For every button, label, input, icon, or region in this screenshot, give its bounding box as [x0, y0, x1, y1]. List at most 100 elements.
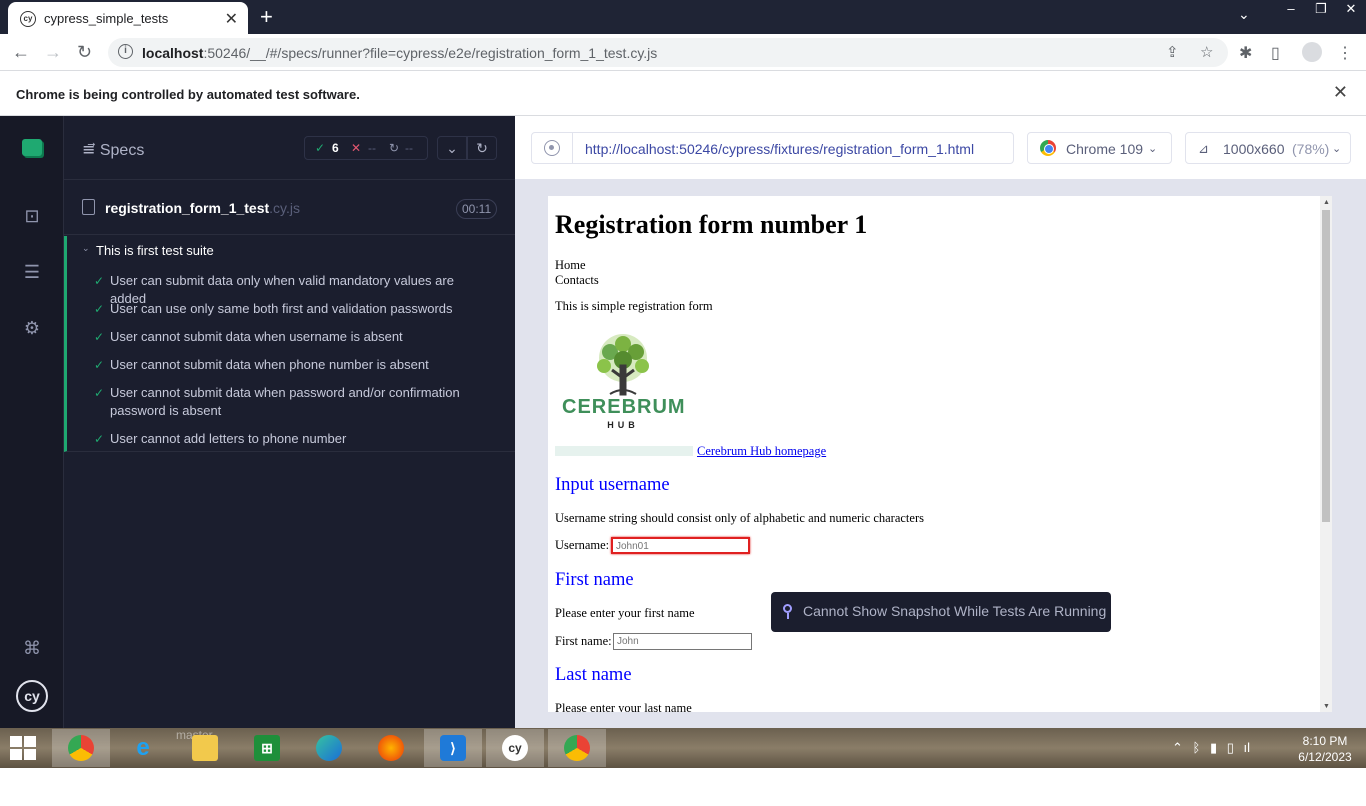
browser-tab[interactable]: cy cypress_simple_tests ✕	[8, 2, 248, 34]
tab-search-icon[interactable]: ⌄	[1238, 6, 1250, 23]
runs-nav-icon[interactable]: ☰	[20, 260, 44, 284]
taskbar-edge[interactable]	[300, 729, 358, 767]
cerebrum-hub-homepage-link[interactable]: Cerebrum Hub homepage	[697, 444, 826, 459]
suite-title[interactable]: This is first test suite	[96, 243, 214, 258]
aut-url[interactable]: http://localhost:50246/cypress/fixtures/…	[585, 141, 974, 157]
viewport-selector[interactable]: ⊿ 1000x660 (78%) ⌄	[1185, 132, 1351, 164]
address-bar[interactable]: i localhost:50246/__/#/specs/runner?file…	[108, 38, 1228, 67]
site-info-icon[interactable]: i	[118, 44, 133, 59]
pass-check-icon: ✓	[94, 302, 105, 316]
tab-close-icon[interactable]: ✕	[225, 9, 238, 29]
test-suite[interactable]: ⌄ This is first test suite ✓ User can sub…	[64, 236, 515, 452]
aut-header: http://localhost:50246/cypress/fixtures/…	[515, 116, 1366, 180]
extensions-icon[interactable]: ✱	[1239, 43, 1252, 63]
pass-check-icon: ✓	[94, 432, 105, 446]
scrollbar-thumb[interactable]	[1322, 210, 1330, 522]
clock-time: 8:10 PM	[1302, 734, 1348, 748]
specs-list-icon: ≡⃗	[82, 142, 100, 159]
test-item[interactable]: ✓ User can use only same both first and v…	[94, 300, 470, 318]
browser-tab-bar: cy cypress_simple_tests ✕ + ⌄ – ❐ ✕	[0, 0, 1366, 34]
taskbar-cypress[interactable]: cy	[486, 729, 544, 767]
side-panel-icon[interactable]: ▯	[1271, 43, 1280, 63]
address-url[interactable]: localhost:50246/__/#/specs/runner?file=c…	[142, 45, 657, 61]
collapse-chevron-icon[interactable]: ⌄	[437, 136, 467, 160]
username-hint: Username string should consist only of a…	[555, 511, 924, 525]
chrome-menu-icon[interactable]: ⋮	[1337, 43, 1353, 63]
logo-subtext: HUB	[607, 420, 639, 430]
taskbar-vscode[interactable]: ⟩	[424, 729, 482, 767]
nav-home-link[interactable]: Home	[555, 258, 586, 273]
section-heading-username: Input username	[555, 475, 670, 495]
restore-icon[interactable]: ❐	[1306, 0, 1336, 18]
document-icon	[82, 199, 95, 215]
viewport-zoom: (78%)	[1292, 141, 1330, 157]
aut-scrollbar[interactable]: ▲ ▼	[1320, 196, 1332, 712]
taskbar-chrome-2[interactable]	[548, 729, 606, 767]
bluetooth-icon[interactable]: ᛒ	[1193, 740, 1201, 755]
keyboard-shortcuts-icon[interactable]: ⌘	[20, 636, 44, 660]
username-input[interactable]: John01	[611, 537, 750, 554]
share-icon[interactable]: ⇪	[1166, 43, 1179, 61]
test-item[interactable]: ✓ User cannot submit data when phone numb…	[94, 356, 470, 374]
chevron-down-icon: ⌄	[1148, 143, 1158, 155]
test-item[interactable]: ✓ User cannot submit data when password a…	[94, 384, 470, 420]
browser-selector[interactable]: Chrome 109 ⌄	[1027, 132, 1172, 164]
reload-icon[interactable]: ↻	[77, 42, 92, 63]
windows-taskbar: e master ⊞ ⟩ cy ⌃ ᛒ ▮ ▯ ıl 8:10 PM 6/12/…	[0, 728, 1366, 768]
network-icon[interactable]: ▮	[1210, 740, 1217, 755]
suite-collapse-icon[interactable]: ⌄	[82, 243, 90, 254]
close-window-icon[interactable]: ✕	[1336, 0, 1366, 18]
forward-icon[interactable]: →	[44, 42, 62, 63]
windows-start-icon[interactable]	[10, 736, 36, 760]
aut-url-bar[interactable]: http://localhost:50246/cypress/fixtures/…	[531, 132, 1014, 164]
taskbar-firefox[interactable]	[362, 729, 420, 767]
pass-check-icon: ✓	[94, 358, 105, 372]
firefox-icon	[378, 735, 404, 761]
first-name-input[interactable]: John	[613, 633, 752, 650]
cypress-favicon-icon: cy	[20, 11, 36, 27]
cypress-logo-icon: cy	[16, 680, 48, 712]
logo-text: CEREBRUM	[562, 396, 686, 418]
new-tab-button[interactable]: +	[260, 4, 273, 30]
viewport-label: 1000x660	[1223, 141, 1285, 157]
settings-gear-icon[interactable]: ⚙	[20, 316, 44, 340]
infobar-message: Chrome is being controlled by automated …	[16, 87, 360, 102]
pass-check-icon: ✓	[94, 386, 105, 400]
pin-icon	[783, 604, 792, 619]
taskbar-explorer[interactable]	[176, 729, 234, 767]
browser-label: Chrome 109	[1066, 141, 1144, 157]
app-logo-icon[interactable]	[20, 136, 44, 160]
show-hidden-icons[interactable]: ⌃	[1172, 740, 1183, 755]
broken-image-placeholder	[555, 446, 693, 456]
specs-toggle[interactable]: ≡⃗ Specs	[82, 140, 144, 160]
taskbar-ie[interactable]: e	[114, 729, 172, 767]
test-item[interactable]: ✓ User cannot add letters to phone number	[94, 430, 470, 448]
infobar-close-icon[interactable]: ✕	[1333, 82, 1348, 103]
chrome-icon	[564, 735, 590, 761]
chrome-icon	[68, 735, 94, 761]
aut-iframe[interactable]: Registration form number 1 Home Contacts…	[548, 196, 1332, 712]
nav-contacts-link[interactable]: Contacts	[555, 273, 599, 288]
minimize-icon[interactable]: –	[1276, 0, 1306, 18]
rerun-icon[interactable]: ↻	[467, 136, 497, 160]
browser-toolbar: ← → ↻ i localhost:50246/__/#/specs/runne…	[0, 34, 1366, 71]
bookmark-star-icon[interactable]: ☆	[1200, 43, 1213, 61]
test-stats: ✓ 6 ✕ -- ↻ --	[304, 136, 428, 160]
specs-nav-icon[interactable]: ⊡	[20, 204, 44, 228]
wifi-signal-icon[interactable]: ıl	[1244, 740, 1251, 755]
aut-container: Registration form number 1 Home Contacts…	[515, 180, 1366, 728]
profile-avatar-icon[interactable]	[1302, 42, 1322, 62]
selector-playground-icon[interactable]	[544, 140, 560, 156]
scroll-down-icon[interactable]: ▼	[1323, 702, 1330, 710]
ruler-icon: ⊿	[1198, 141, 1209, 156]
battery-icon[interactable]: ▯	[1227, 740, 1234, 755]
scroll-up-icon[interactable]: ▲	[1323, 198, 1330, 206]
taskbar-store[interactable]: ⊞	[238, 729, 296, 767]
back-icon[interactable]: ←	[12, 42, 30, 63]
taskbar-clock[interactable]: 8:10 PM 6/12/2023	[1290, 733, 1360, 765]
url-divider	[572, 133, 573, 163]
taskbar-chrome[interactable]	[52, 729, 110, 767]
toast-message: Cannot Show Snapshot While Tests Are Run…	[803, 603, 1107, 619]
passed-count: 6	[332, 141, 339, 155]
test-item[interactable]: ✓ User cannot submit data when username i…	[94, 328, 470, 346]
